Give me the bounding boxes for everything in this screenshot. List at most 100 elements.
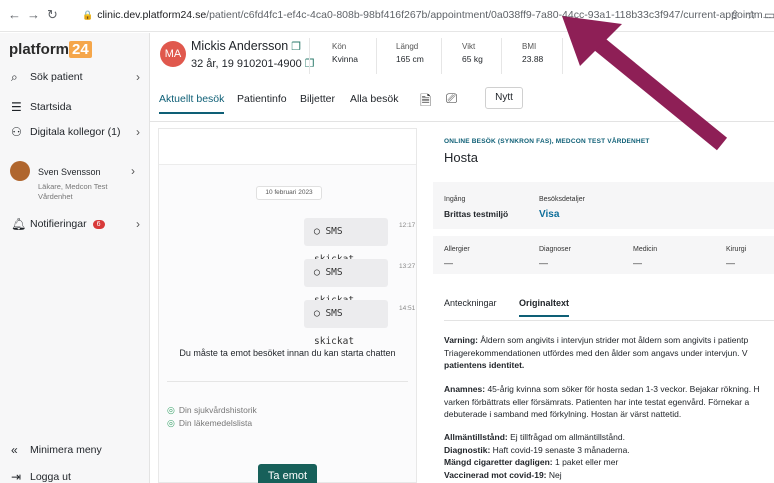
tab-current-visit[interactable]: Aktuellt besök (159, 93, 225, 114)
tab-tickets[interactable]: Biljetter (300, 93, 335, 105)
chat-message: ◯ SMS skickat (304, 300, 388, 347)
chevron-right-icon: › (136, 70, 140, 84)
checklist-item: ◎ Din läkemedelslista (167, 418, 253, 428)
tab-all-visits[interactable]: Alla besök (350, 93, 398, 105)
findings-text: Allmäntillstånd: Ej tillfrågad om allmän… (444, 432, 630, 480)
forward-icon[interactable]: → (27, 8, 40, 22)
list-icon: ☰ (11, 100, 22, 114)
window-icon[interactable]: ▭ (764, 8, 774, 22)
details-label: Besöksdetaljer (539, 196, 585, 203)
sidebar-item-search[interactable]: ⌕ Sök patient › (0, 67, 150, 89)
people-icon: ⚇ (11, 125, 22, 139)
sidebar-item-label: Sök patient (30, 71, 83, 83)
lock-icon: 🔒 (82, 10, 94, 20)
notification-badge: 6 (92, 220, 105, 229)
sidebar-item-label: Startsida (30, 101, 72, 113)
bell-icon: 🔔︎ (11, 217, 27, 231)
browser-toolbar: ← → ↻ 🔒 clinic.dev.platform24.se/patient/… (0, 0, 774, 32)
surgery-label: Kirurgi (726, 246, 747, 253)
chat-message: ◯ SMS skickat (304, 259, 388, 306)
check-circle-icon: ◎ (167, 418, 175, 428)
medicine-label: Medicin (633, 246, 658, 253)
surgery-value: — (726, 258, 735, 268)
divider (309, 38, 310, 74)
tab-original-text[interactable]: Originaltext (519, 298, 570, 317)
date-divider: 10 februari 2023 (256, 186, 322, 200)
sidebar-item-label: Notifieringar 6 (30, 218, 105, 230)
patient-id: 32 år, 19 910201-4900❐ (191, 57, 315, 70)
sidebar: platform 24 ⌕ Sök patient › ☰ Startsida ⚇… (0, 33, 150, 483)
medicine-value: — (633, 258, 642, 268)
message-icon: ◯ (314, 226, 326, 237)
logo[interactable]: platform 24 (9, 41, 92, 58)
entry-value: Brittas testmiljö (444, 209, 509, 219)
chevron-right-icon: › (136, 125, 140, 139)
patient-weight: Vikt 65 kg (462, 42, 483, 64)
diagnoses-label: Diagnoser (539, 246, 571, 253)
search-icon: ⌕ (11, 70, 18, 84)
share-icon[interactable]: ⇪ (730, 8, 740, 22)
url-host: clinic.dev.platform24.se (97, 9, 207, 21)
tab-notes[interactable]: Anteckningar (444, 298, 497, 308)
accept-button[interactable]: Ta emot (258, 464, 317, 483)
divider (376, 38, 377, 74)
sidebar-item-colleagues[interactable]: ⚇ Digitala kollegor (1) › (0, 122, 150, 144)
checklist-item: ◎ Din sjukvårdshistorik (167, 405, 257, 415)
sidebar-item-label: Minimera meny (30, 444, 102, 456)
sidebar-item-home[interactable]: ☰ Startsida (0, 97, 150, 119)
star-icon[interactable]: ☆ (746, 8, 757, 22)
warning-text: Varning: Åldern som angivits i intervjun… (444, 335, 749, 370)
accept-notice: Du måste ta emot besöket innan du kan st… (179, 348, 396, 358)
double-chevron-left-icon: « (11, 443, 18, 457)
url-path: /patient/c6fd4fc1-ef4c-4ca0-808b-98bf416… (206, 9, 772, 21)
allergies-value: — (444, 258, 453, 268)
divider (444, 320, 774, 321)
reload-icon[interactable]: ↻ (47, 8, 58, 22)
diagnoses-value: — (539, 258, 548, 268)
message-icon: ◯ (314, 308, 326, 319)
address-bar[interactable]: 🔒 clinic.dev.platform24.se/patient/c6fd4f… (82, 9, 771, 21)
patient-avatar: MA (160, 41, 186, 67)
message-time: 13:27 (399, 263, 416, 270)
divider (441, 38, 442, 74)
minimize-menu[interactable]: « Minimera meny (0, 440, 150, 462)
patient-sex: Kön Kvinna (332, 42, 358, 64)
visit-kicker: ONLINE BESÖK (SYNKRON FAS), MEDCON TEST … (444, 138, 650, 145)
sidebar-item-label: Digitala kollegor (1) (30, 126, 121, 138)
new-button[interactable]: Nytt (485, 87, 523, 109)
tab-patient-info[interactable]: Patientinfo (237, 93, 287, 105)
chat-header (159, 129, 416, 165)
divider (167, 381, 408, 382)
check-circle-icon: ◎ (167, 405, 175, 415)
chevron-right-icon[interactable]: › (131, 164, 135, 178)
visit-title: Hosta (444, 150, 478, 165)
visit-details-box (433, 182, 774, 229)
user-name[interactable]: Sven Svensson (38, 167, 101, 177)
details-link[interactable]: Visa (539, 209, 559, 220)
patient-name: Mickis Andersson ❐ (191, 39, 302, 53)
avatar[interactable] (10, 161, 30, 181)
visit-tabs: Aktuellt besök Patientinfo Biljetter All… (150, 80, 774, 122)
message-time: 14:51 (399, 305, 416, 312)
logout-icon: ⇥ (11, 470, 22, 483)
user-role: Läkare, Medcon Test Vårdenhet (38, 182, 108, 201)
copy-icon[interactable]: ❐ (291, 41, 301, 53)
divider (501, 38, 502, 74)
allergies-label: Allergier (444, 246, 470, 253)
chat-panel: 10 februari 2023 ◯ SMS skickat 12:17 ◯ S… (158, 128, 417, 483)
video-icon[interactable]: ⎚ (446, 90, 457, 107)
divider (562, 38, 563, 74)
patient-bmi: BMI 23.88 (522, 42, 544, 64)
back-icon[interactable]: ← (8, 8, 21, 22)
chat-message: ◯ SMS skickat (304, 218, 388, 265)
patient-header: MA Mickis Andersson ❐ 32 år, 19 910201-49… (150, 33, 774, 79)
entry-label: Ingång (444, 196, 466, 203)
sidebar-item-notifications[interactable]: 🔔︎ Notifieringar 6 › (0, 214, 150, 236)
patient-height: Längd 165 cm (396, 42, 424, 64)
message-icon: ◯ (314, 267, 326, 278)
logout[interactable]: ⇥ Logga ut (0, 467, 150, 483)
anamnesis-text: Anamnes: 45-årig kvinna som söker för ho… (444, 384, 760, 419)
medical-summary-box (433, 236, 774, 274)
message-time: 12:17 (399, 222, 416, 229)
document-icon[interactable]: 🗎 (420, 90, 431, 114)
